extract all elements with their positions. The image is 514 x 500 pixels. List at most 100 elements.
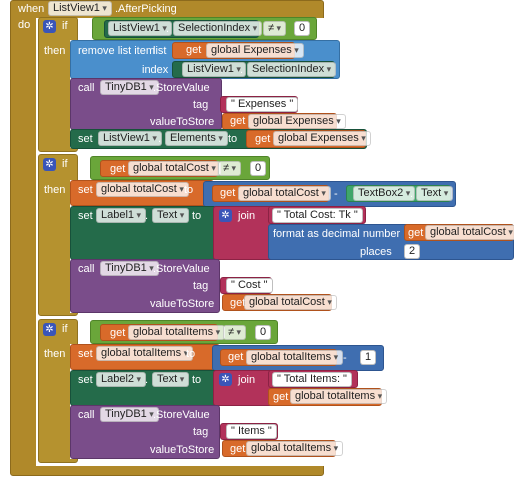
var-dropdown[interactable]: global totalCost xyxy=(425,225,514,240)
call-label: call xyxy=(78,263,95,275)
get-label: get xyxy=(228,351,244,363)
dot-label: . xyxy=(145,210,149,222)
set-label: set xyxy=(78,210,93,222)
mutator-gear-icon[interactable]: ✲ xyxy=(219,209,232,222)
get-label: get xyxy=(230,443,246,455)
index-comp-dropdown[interactable]: ListView1 xyxy=(182,62,246,77)
value-label: valueToStore xyxy=(150,116,215,128)
var-dropdown[interactable]: global totalCost xyxy=(238,186,331,201)
get-label: get xyxy=(273,391,289,403)
if1-comp-dropdown[interactable]: ListView1 xyxy=(108,21,172,36)
set-label: set xyxy=(78,133,93,145)
store-method-label: .StoreValue xyxy=(153,263,210,275)
index-label: index xyxy=(142,64,169,76)
tag-label: tag xyxy=(193,99,209,111)
to-label: to xyxy=(192,374,202,386)
compare-op-dropdown[interactable]: ≠ xyxy=(263,21,287,36)
var-dropdown[interactable]: global totalItems xyxy=(246,350,344,365)
textbox-dropdown[interactable]: TextBox2 xyxy=(353,186,416,201)
tinydb-dropdown[interactable]: TinyDB1 xyxy=(100,80,159,95)
when-label: when xyxy=(18,3,45,15)
tinydb-dropdown[interactable]: TinyDB1 xyxy=(100,261,159,276)
get-label: get xyxy=(230,297,246,309)
places-number[interactable]: 2 xyxy=(404,244,421,259)
tag-label: tag xyxy=(193,280,209,292)
dot-label: . xyxy=(410,188,414,200)
call-label: call xyxy=(78,82,95,94)
dot-label: . xyxy=(158,133,162,145)
store-method-label: .StoreValue xyxy=(153,82,210,94)
text-prop-dropdown[interactable]: Text xyxy=(416,186,454,201)
join-label: join xyxy=(238,374,256,386)
to-label: to xyxy=(186,348,196,360)
mutator-gear-icon[interactable]: ✲ xyxy=(219,373,232,386)
label-comp-dropdown[interactable]: Label2 xyxy=(96,372,147,387)
get-label: get xyxy=(255,133,271,145)
tag-label: tag xyxy=(193,426,209,438)
dot-label: . xyxy=(145,374,149,386)
var-dropdown[interactable]: global Expenses xyxy=(273,131,371,146)
list-label: list xyxy=(153,45,167,57)
to-label: to xyxy=(192,210,202,222)
event-name-label: .AfterPicking xyxy=(115,3,177,15)
store-method-label: .StoreValue xyxy=(153,409,210,421)
then-label: then xyxy=(44,184,66,196)
event-component-dropdown[interactable]: ListView1 xyxy=(48,1,112,16)
set-label: set xyxy=(78,348,93,360)
join-label: join xyxy=(238,210,256,222)
get-label: get xyxy=(110,163,126,175)
get-label: get xyxy=(220,187,236,199)
if1-prop-dropdown[interactable]: SelectionIndex xyxy=(173,21,263,36)
label-prop-dropdown[interactable]: Text xyxy=(152,372,190,387)
minus-op-label: - xyxy=(334,188,338,200)
number-literal[interactable]: 0 xyxy=(294,21,311,36)
then-label: then xyxy=(44,45,66,57)
mutator-gear-icon[interactable]: ✲ xyxy=(43,158,56,171)
get-label: get xyxy=(186,44,202,56)
var-dropdown[interactable]: global Expenses xyxy=(248,114,346,129)
minus-op-label: - xyxy=(343,352,347,364)
dot-label: . xyxy=(166,23,170,35)
get-label: get xyxy=(230,115,246,127)
var-dropdown[interactable]: global totalCost xyxy=(244,295,337,310)
number-literal[interactable]: 0 xyxy=(255,325,272,340)
var-dropdown[interactable]: global totalItems xyxy=(96,346,194,361)
set-prop-dropdown[interactable]: Elements xyxy=(165,131,228,146)
if-label: if xyxy=(62,158,68,170)
set-label: set xyxy=(78,374,93,386)
join-text[interactable]: " Total Items: " xyxy=(272,372,352,387)
get-label: get xyxy=(110,327,126,339)
to-label: to xyxy=(184,184,194,196)
tag-text[interactable]: " Items " xyxy=(226,424,277,439)
format-label: format as decimal number xyxy=(273,228,401,240)
call-label: call xyxy=(78,409,95,421)
to-label: to xyxy=(228,133,238,145)
index-prop-dropdown[interactable]: SelectionIndex xyxy=(247,62,337,77)
compare-op-dropdown[interactable]: ≠ xyxy=(223,325,247,340)
var-dropdown[interactable]: global totalCost xyxy=(96,182,189,197)
label-comp-dropdown[interactable]: Label1 xyxy=(96,208,147,223)
tag-text[interactable]: " Cost " xyxy=(226,278,273,293)
mutator-gear-icon[interactable]: ✲ xyxy=(43,323,56,336)
value-label: valueToStore xyxy=(150,298,215,310)
var-dropdown[interactable]: global Expenses xyxy=(206,43,304,58)
var-dropdown[interactable]: global totalItems xyxy=(246,441,344,456)
join-text[interactable]: " Total Cost: Tk " xyxy=(272,208,363,223)
value-label: valueToStore xyxy=(150,444,215,456)
number-literal[interactable]: 1 xyxy=(360,350,377,365)
dot-label: . xyxy=(240,64,244,76)
remove-label: remove list item xyxy=(78,45,156,57)
if-label: if xyxy=(62,20,68,32)
var-dropdown[interactable]: global totalItems xyxy=(128,325,226,340)
mutator-gear-icon[interactable]: ✲ xyxy=(43,20,56,33)
var-dropdown[interactable]: global totalItems xyxy=(290,389,388,404)
set-comp-dropdown[interactable]: ListView1 xyxy=(98,131,162,146)
compare-op-dropdown[interactable]: ≠ xyxy=(218,161,242,176)
get-label: get xyxy=(408,227,424,239)
var-dropdown[interactable]: global totalCost xyxy=(128,161,221,176)
label-prop-dropdown[interactable]: Text xyxy=(152,208,190,223)
tinydb-dropdown[interactable]: TinyDB1 xyxy=(100,407,159,422)
number-literal[interactable]: 0 xyxy=(250,161,267,176)
tag-text[interactable]: " Expenses " xyxy=(226,97,299,112)
then-label: then xyxy=(44,348,66,360)
